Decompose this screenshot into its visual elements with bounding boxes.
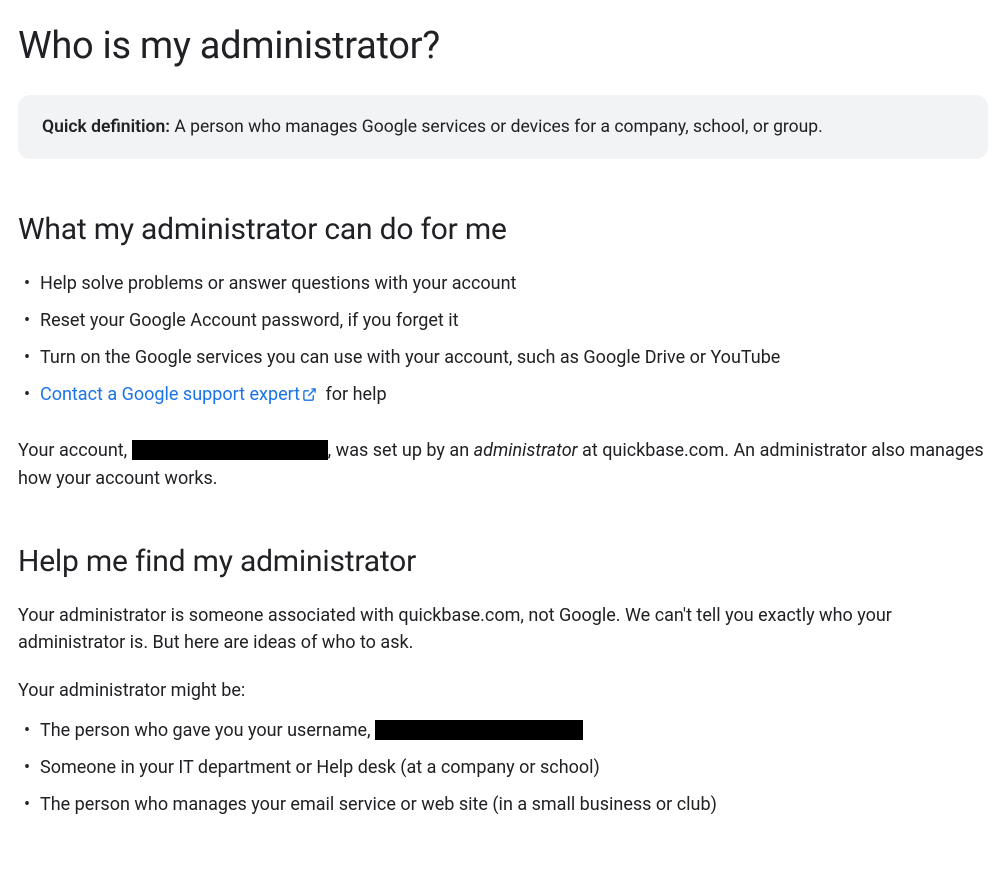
page-title: Who is my administrator? <box>18 18 988 75</box>
list-item: Turn on the Google services you can use … <box>18 344 988 372</box>
might-be-label: Your administrator might be: <box>18 677 988 705</box>
list-item: Contact a Google support expert for help <box>18 381 988 411</box>
list-item: The person who manages your email servic… <box>18 791 988 819</box>
account-setup-paragraph: Your account, , was set up by an adminis… <box>18 437 988 493</box>
quick-definition-box: Quick definition: A person who manages G… <box>18 95 988 159</box>
find-admin-intro: Your administrator is someone associated… <box>18 602 988 658</box>
list-item: Someone in your IT department or Help de… <box>18 754 988 782</box>
admin-candidates-list: The person who gave you your username, S… <box>18 717 988 819</box>
admin-capabilities-list: Help solve problems or answer questions … <box>18 270 988 411</box>
external-link-icon <box>302 383 317 411</box>
redacted-account <box>132 440 328 460</box>
section-find-admin: Help me find my administrator Your admin… <box>18 539 988 819</box>
section-what-admin-can-do: What my administrator can do for me Help… <box>18 207 988 492</box>
quick-definition-text: A person who manages Google services or … <box>170 117 823 137</box>
list-item: Reset your Google Account password, if y… <box>18 307 988 335</box>
contact-support-link[interactable]: Contact a Google support expert <box>40 384 300 405</box>
contact-suffix: for help <box>321 384 387 405</box>
list-item: The person who gave you your username, <box>18 717 988 745</box>
heading-what-admin-can-do: What my administrator can do for me <box>18 207 988 252</box>
list-item: Help solve problems or answer questions … <box>18 270 988 298</box>
redacted-username <box>375 720 583 740</box>
quick-definition-label: Quick definition: <box>42 117 170 137</box>
heading-find-admin: Help me find my administrator <box>18 539 988 584</box>
